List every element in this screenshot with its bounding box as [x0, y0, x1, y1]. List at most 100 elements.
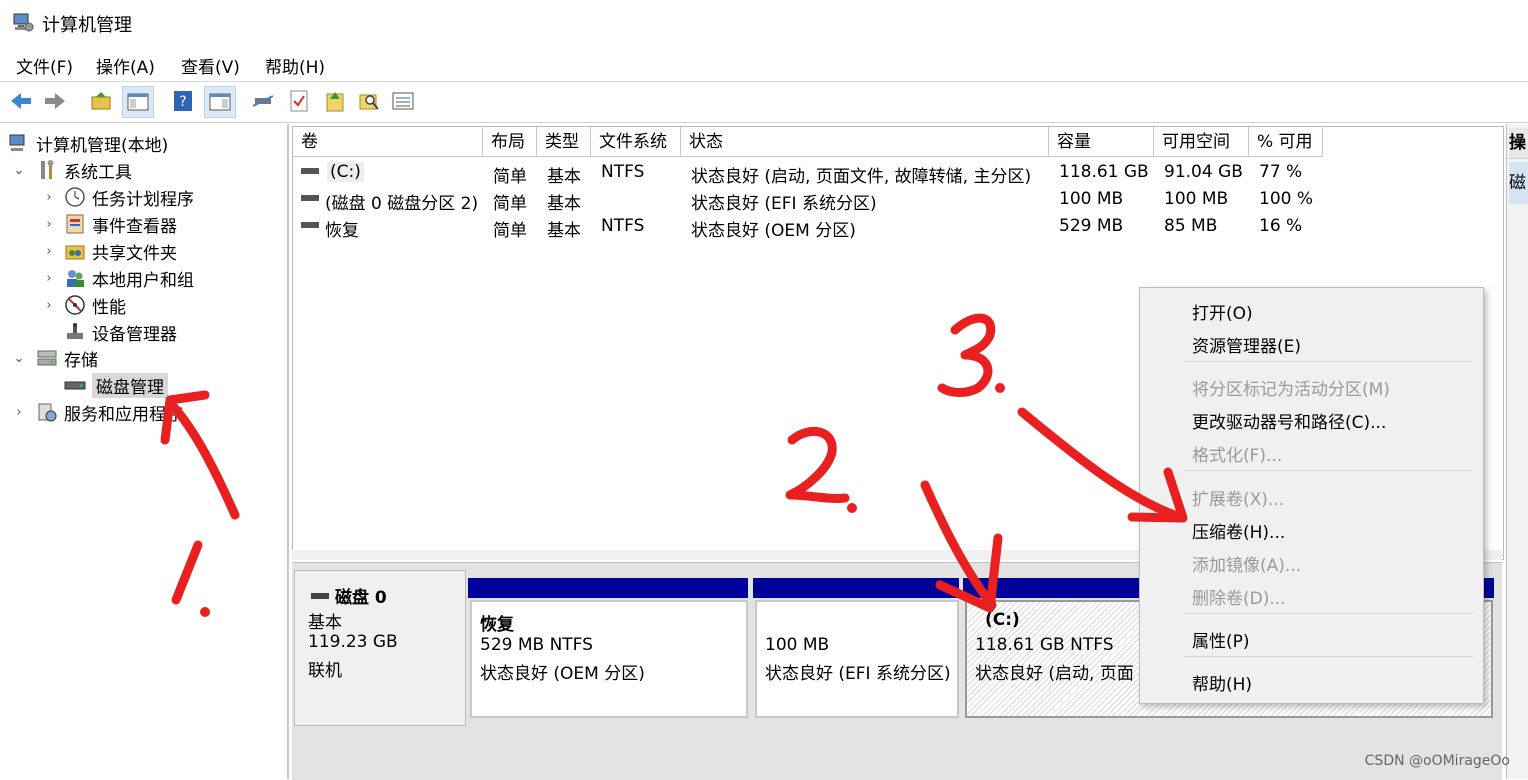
computer-management-icon	[9, 134, 25, 151]
context-menu: 打开(O) 资源管理器(E) 将分区标记为活动分区(M) 更改驱动器号和路径(C…	[1139, 287, 1484, 704]
cell-free-space: 85 MB	[1164, 216, 1218, 236]
partition-size: 100 MB	[765, 635, 830, 655]
menu-action[interactable]: 操作(A)	[96, 53, 155, 78]
chevron-right-icon[interactable]: ›	[42, 244, 56, 259]
partition-bar	[468, 578, 748, 598]
chevron-down-icon[interactable]: ⌄	[12, 351, 26, 366]
menu-item-help[interactable]: 帮助(H)	[1192, 670, 1252, 695]
column-header-free-space[interactable]: 可用空间	[1154, 127, 1249, 157]
disk-info-panel[interactable]: 磁盘 0 基本 119.23 GB 联机	[294, 570, 466, 726]
chevron-down-icon[interactable]: ⌄	[12, 163, 26, 178]
column-header-status[interactable]: 状态	[681, 127, 1049, 157]
partition-efi[interactable]: 100 MB 状态良好 (EFI 系统分区)	[755, 600, 959, 718]
watermark: CSDN @oOMirageOo	[1364, 753, 1510, 769]
cell-type: 基本	[547, 194, 581, 214]
cell-capacity: 118.61 GB	[1059, 162, 1149, 182]
menu-item-add-mirror: 添加镜像(A)...	[1192, 556, 1302, 576]
menu-item-delete-volume: 删除卷(D)...	[1192, 589, 1286, 609]
checklist-icon[interactable]	[286, 88, 312, 114]
cell-type: 基本	[547, 221, 581, 241]
volume-drive-icon	[301, 222, 319, 228]
partition-status: 状态良好 (OEM 分区)	[480, 664, 645, 684]
tree-item-label: 设备管理器	[92, 324, 177, 345]
back-arrow-icon[interactable]	[8, 88, 34, 114]
column-header-layout[interactable]: 布局	[483, 127, 537, 157]
forward-arrow-icon[interactable]	[42, 88, 68, 114]
tree-item-label: 性能	[92, 297, 126, 318]
menu-separator	[1184, 470, 1474, 471]
properties-list-icon[interactable]	[390, 88, 416, 114]
tree-item-event-viewer[interactable]: › 事件查看器	[42, 212, 177, 237]
show-hide-tree-icon[interactable]	[122, 86, 154, 118]
menu-view[interactable]: 查看(V)	[181, 53, 240, 78]
show-hide-action-pane-icon[interactable]	[204, 86, 236, 118]
cell-status: 状态良好 (EFI 系统分区)	[691, 194, 877, 214]
toolbar: ?	[0, 82, 1528, 123]
tree-item-label: 服务和应用程序	[64, 404, 183, 425]
menu-help[interactable]: 帮助(H)	[265, 53, 325, 78]
menu-item-open[interactable]: 打开(O)	[1192, 299, 1253, 324]
chevron-right-icon[interactable]: ›	[42, 271, 56, 286]
cell-capacity: 529 MB	[1059, 216, 1124, 236]
chevron-right-icon[interactable]: ›	[42, 298, 56, 313]
disk-name: 磁盘 0	[335, 588, 387, 608]
column-header-percent-free[interactable]: % 可用	[1249, 127, 1323, 157]
menu-separator	[1184, 361, 1474, 362]
tree-item-disk-management[interactable]: 磁盘管理	[64, 372, 168, 398]
tree-item-performance[interactable]: › 性能	[42, 293, 126, 318]
tree-item-storage[interactable]: ⌄ 存储	[12, 346, 98, 371]
disk-size: 119.23 GB	[308, 632, 398, 652]
tree-item-label: 磁盘管理	[92, 372, 168, 398]
menu-item-explore[interactable]: 资源管理器(E)	[1192, 332, 1301, 357]
tree-item-shared-folders[interactable]: › 共享文件夹	[42, 239, 177, 264]
svg-text:?: ?	[179, 94, 186, 110]
menu-item-change-drive-letter[interactable]: 更改驱动器号和路径(C)...	[1192, 408, 1386, 433]
volume-drive-icon	[301, 195, 319, 201]
users-icon	[67, 270, 84, 287]
action-pane-header: 操	[1509, 128, 1528, 159]
tree-item-services-apps[interactable]: › 服务和应用程序	[12, 400, 183, 425]
tree-item-label: 存储	[64, 350, 98, 371]
disk-drive-icon	[311, 592, 329, 599]
cell-capacity: 100 MB	[1059, 189, 1124, 209]
help-icon[interactable]: ?	[170, 88, 196, 114]
tree-item-system-tools[interactable]: ⌄ 系统工具	[12, 158, 132, 183]
tree-item-local-users[interactable]: › 本地用户和组	[42, 266, 194, 291]
disk-status: 联机	[308, 661, 342, 681]
cell-layout: 简单	[493, 194, 527, 214]
partition-recovery[interactable]: 恢复 529 MB NTFS 状态良好 (OEM 分区)	[470, 600, 748, 718]
menu-item-properties[interactable]: 属性(P)	[1192, 627, 1250, 652]
tree-item-label: 计算机管理(本地)	[36, 135, 169, 156]
search-folder-icon[interactable]	[356, 88, 382, 114]
export-up-icon[interactable]	[322, 88, 348, 114]
cell-volume: (磁盘 0 磁盘分区 2)	[325, 194, 479, 214]
tree-item-task-scheduler[interactable]: › 任务计划程序	[42, 185, 194, 210]
partition-title: (C:)	[985, 610, 1020, 630]
cell-status: 状态良好 (启动, 页面文件, 故障转储, 主分区)	[691, 167, 1032, 187]
cell-type: 基本	[547, 167, 581, 187]
connect-drive-icon[interactable]	[250, 88, 276, 114]
menu-item-shrink-volume[interactable]: 压缩卷(H)...	[1192, 518, 1285, 543]
column-header-capacity[interactable]: 容量	[1049, 127, 1154, 157]
column-header-type[interactable]: 类型	[537, 127, 591, 157]
chevron-right-icon[interactable]: ›	[42, 217, 56, 232]
performance-icon	[65, 295, 85, 315]
tree-item-label: 事件查看器	[92, 216, 177, 237]
menu-item-format: 格式化(F)...	[1192, 446, 1283, 466]
shared-folder-icon	[65, 245, 85, 260]
menu-file[interactable]: 文件(F)	[16, 53, 73, 78]
menu-item-extend-volume: 扩展卷(X)...	[1192, 490, 1285, 510]
up-folder-icon[interactable]	[88, 88, 114, 114]
tree-item-device-manager[interactable]: 设备管理器	[64, 320, 177, 345]
action-pane-item[interactable]: 磁	[1509, 162, 1528, 204]
disk-drive-icon	[64, 381, 86, 390]
chevron-right-icon[interactable]: ›	[12, 405, 26, 420]
chevron-right-icon[interactable]: ›	[42, 190, 56, 205]
device-manager-icon	[67, 323, 83, 339]
column-header-filesystem[interactable]: 文件系统	[591, 127, 681, 157]
menu-bar: 文件(F) 操作(A) 查看(V) 帮助(H)	[0, 46, 1528, 82]
menu-separator	[1184, 656, 1474, 657]
cell-layout: 简单	[493, 221, 527, 241]
tree-item-computer-management[interactable]: 计算机管理(本地)	[8, 131, 169, 156]
column-header-volume[interactable]: 卷	[293, 127, 483, 157]
